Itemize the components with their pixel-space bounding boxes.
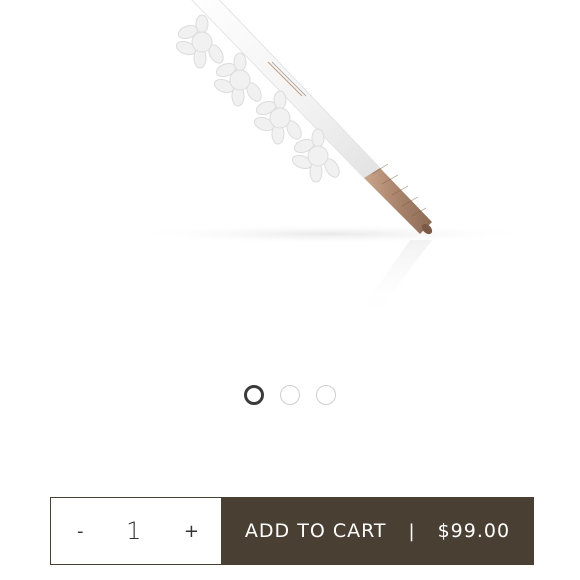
carousel-dot-3[interactable] <box>316 385 336 405</box>
cart-separator: | <box>408 520 416 542</box>
quantity-stepper: - 1 + <box>50 497 221 565</box>
carousel-dot-2[interactable] <box>280 385 300 405</box>
carousel-dots <box>0 385 580 405</box>
carousel-dot-1[interactable] <box>244 385 264 405</box>
increment-button[interactable]: + <box>184 521 199 542</box>
purchase-bar: - 1 + ADD TO CART | $99.00 <box>50 497 534 565</box>
product-image <box>0 0 580 340</box>
add-to-cart-label: ADD TO CART <box>244 520 387 542</box>
price-label: $99.00 <box>437 520 511 542</box>
decrement-button[interactable]: - <box>77 521 84 542</box>
quantity-value[interactable]: 1 <box>126 517 141 545</box>
add-to-cart-button[interactable]: ADD TO CART | $99.00 <box>221 497 534 565</box>
